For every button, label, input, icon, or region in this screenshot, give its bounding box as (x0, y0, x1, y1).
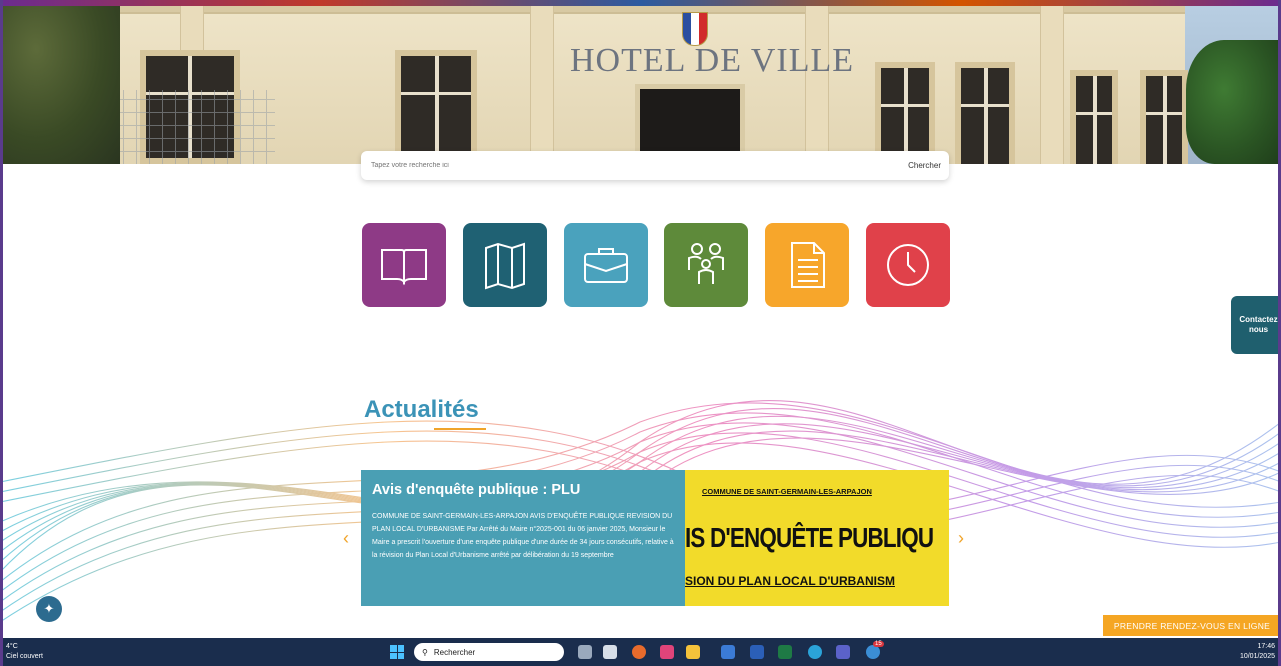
notification-app-icon[interactable]: 15 (866, 641, 884, 659)
search-input[interactable] (369, 161, 853, 170)
briefcase-icon (584, 248, 628, 283)
book-icon (381, 249, 427, 286)
appointment-button[interactable]: PRENDRE RENDEZ-VOUS EN LIGNE (1103, 615, 1281, 636)
window (1140, 70, 1188, 164)
tile-document[interactable] (765, 223, 849, 307)
weather-widget[interactable]: 4°C Ciel couvert (6, 642, 43, 662)
tile-book[interactable] (362, 223, 446, 307)
notification-badge: 15 (873, 641, 884, 647)
windows-taskbar: 4°C Ciel couvert ⚲ Rechercher 15 17:46 1… (0, 638, 1281, 666)
image-text-avis: IS D'ENQUÊTE PUBLIQU (685, 522, 934, 553)
edge-icon[interactable] (808, 645, 822, 659)
search-button[interactable]: Chercher (908, 161, 941, 170)
tile-family[interactable] (664, 223, 748, 307)
excel-icon[interactable] (778, 645, 792, 659)
search-icon: ⚲ (422, 647, 428, 657)
browser-top-strip (0, 0, 1281, 6)
taskbar-search-label: Rechercher (433, 647, 476, 657)
news-card-body: COMMUNE DE SAINT-GERMAIN-LES-ARPAJON AVI… (372, 513, 674, 559)
file-explorer-icon[interactable] (686, 645, 700, 659)
pilaster (805, 0, 829, 164)
news-card[interactable]: Avis d'enquête publique : PLU COMMUNE DE… (361, 470, 685, 606)
accessibility-icon[interactable]: ✦ (36, 596, 62, 622)
carousel-next-button[interactable]: › (958, 528, 964, 549)
tree-left (0, 0, 120, 164)
hero-banner: HOTEL DE VILLE (0, 0, 1281, 164)
map-icon (485, 242, 525, 290)
weather-temp: 4°C (6, 643, 18, 650)
window (395, 50, 477, 164)
pilaster (1040, 0, 1064, 164)
tile-clock[interactable] (866, 223, 950, 307)
outlook-icon[interactable] (721, 645, 735, 659)
windows-start-icon[interactable] (390, 645, 404, 659)
window (955, 62, 1015, 164)
tile-map[interactable] (463, 223, 547, 307)
pilaster (530, 0, 554, 164)
window (1070, 70, 1118, 164)
task-view-icon[interactable] (578, 645, 592, 659)
contact-button[interactable]: Contactez nous (1231, 296, 1281, 354)
teams-icon[interactable] (836, 645, 850, 659)
clock-date: 10/01/2025 (1239, 653, 1275, 660)
search-bar: Chercher (361, 151, 949, 180)
taskbar-search[interactable]: ⚲ Rechercher (414, 643, 564, 661)
building-sign: HOTEL DE VILLE (570, 42, 855, 79)
image-text-revision: SION DU PLAN LOCAL D'URBANISM (685, 574, 895, 588)
family-icon (688, 243, 724, 284)
window (875, 62, 935, 164)
clock-time: 17:46 (1257, 643, 1275, 650)
news-card-image[interactable]: COMMUNE DE SAINT-GERMAIN-LES-ARPAJON IS … (685, 470, 949, 606)
tile-briefcase[interactable] (564, 223, 648, 307)
news-title: Actualités (364, 396, 479, 423)
tree-right (1186, 40, 1281, 164)
news-card-heading[interactable]: Avis d'enquête publique : PLU (372, 482, 674, 498)
weather-desc: Ciel couvert (6, 653, 43, 660)
word-icon[interactable] (750, 645, 764, 659)
coat-of-arms-icon (682, 12, 708, 46)
firefox-icon[interactable] (632, 645, 646, 659)
app-icon[interactable] (660, 645, 674, 659)
clock-icon (887, 244, 929, 286)
carousel-prev-button[interactable]: ‹ (343, 528, 349, 549)
document-icon (791, 242, 825, 288)
system-clock[interactable]: 17:46 10/01/2025 (1240, 642, 1275, 662)
widgets-icon[interactable] (603, 645, 617, 659)
news-title-underline (434, 428, 486, 430)
image-text-commune: COMMUNE DE SAINT-GERMAIN-LES-ARPAJON (702, 487, 872, 496)
